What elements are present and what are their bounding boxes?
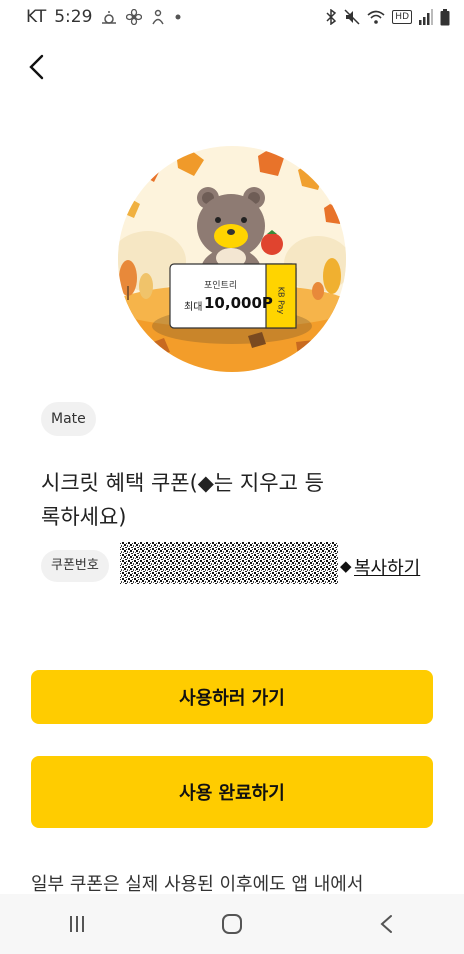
mute-icon	[344, 9, 360, 25]
autumn-bear-illustration	[118, 146, 346, 372]
clock: 5:29	[54, 7, 93, 27]
status-right: HD	[325, 8, 450, 26]
signal-icon	[419, 9, 433, 25]
home-button[interactable]	[202, 894, 262, 954]
back-icon	[380, 915, 392, 933]
weather-icon	[102, 11, 117, 24]
fan-icon	[126, 9, 143, 25]
dot-icon	[175, 14, 181, 20]
ticket-amount: 10,000P	[204, 294, 273, 312]
status-left: KT 5:29	[26, 7, 182, 27]
ticket-line1: 포인트리	[204, 281, 238, 291]
ticket-prefix: 최대	[184, 302, 203, 313]
system-back-button[interactable]	[357, 894, 417, 954]
usage-notice: 일부 쿠폰은 실제 사용된 이후에도 앱 내에서	[31, 874, 364, 895]
system-navbar	[0, 894, 464, 954]
coupon-code-label: 쿠폰번호	[41, 550, 109, 582]
coupon-title: 시크릿 혜택 쿠폰(◆는 지우고 등록하세요)	[41, 471, 324, 529]
category-chip: Mate	[41, 402, 96, 436]
complete-use-button[interactable]: 사용 완료하기	[31, 756, 433, 828]
coupon-illustration: 포인트리 최대 10,000P KB Pay	[118, 146, 346, 372]
ticket-brand: KB Pay	[276, 286, 286, 315]
coupon-code-scrambled	[120, 542, 338, 584]
chevron-left-icon	[29, 54, 44, 80]
copy-diamond: ◆	[340, 557, 352, 575]
go-use-button[interactable]: 사용하러 가기	[31, 670, 433, 724]
back-button[interactable]	[22, 50, 52, 84]
bluetooth-icon	[326, 9, 337, 25]
copy-code-link[interactable]: 복사하기	[354, 554, 420, 580]
home-icon	[221, 914, 242, 934]
status-bar: KT 5:29 HD	[0, 0, 464, 34]
person-icon	[152, 9, 165, 25]
recents-button[interactable]	[47, 894, 107, 954]
recents-icon	[70, 916, 85, 932]
battery-icon	[440, 8, 450, 25]
wifi-icon	[367, 10, 385, 24]
hd-icon: HD	[392, 10, 412, 24]
carrier: KT	[26, 7, 47, 27]
